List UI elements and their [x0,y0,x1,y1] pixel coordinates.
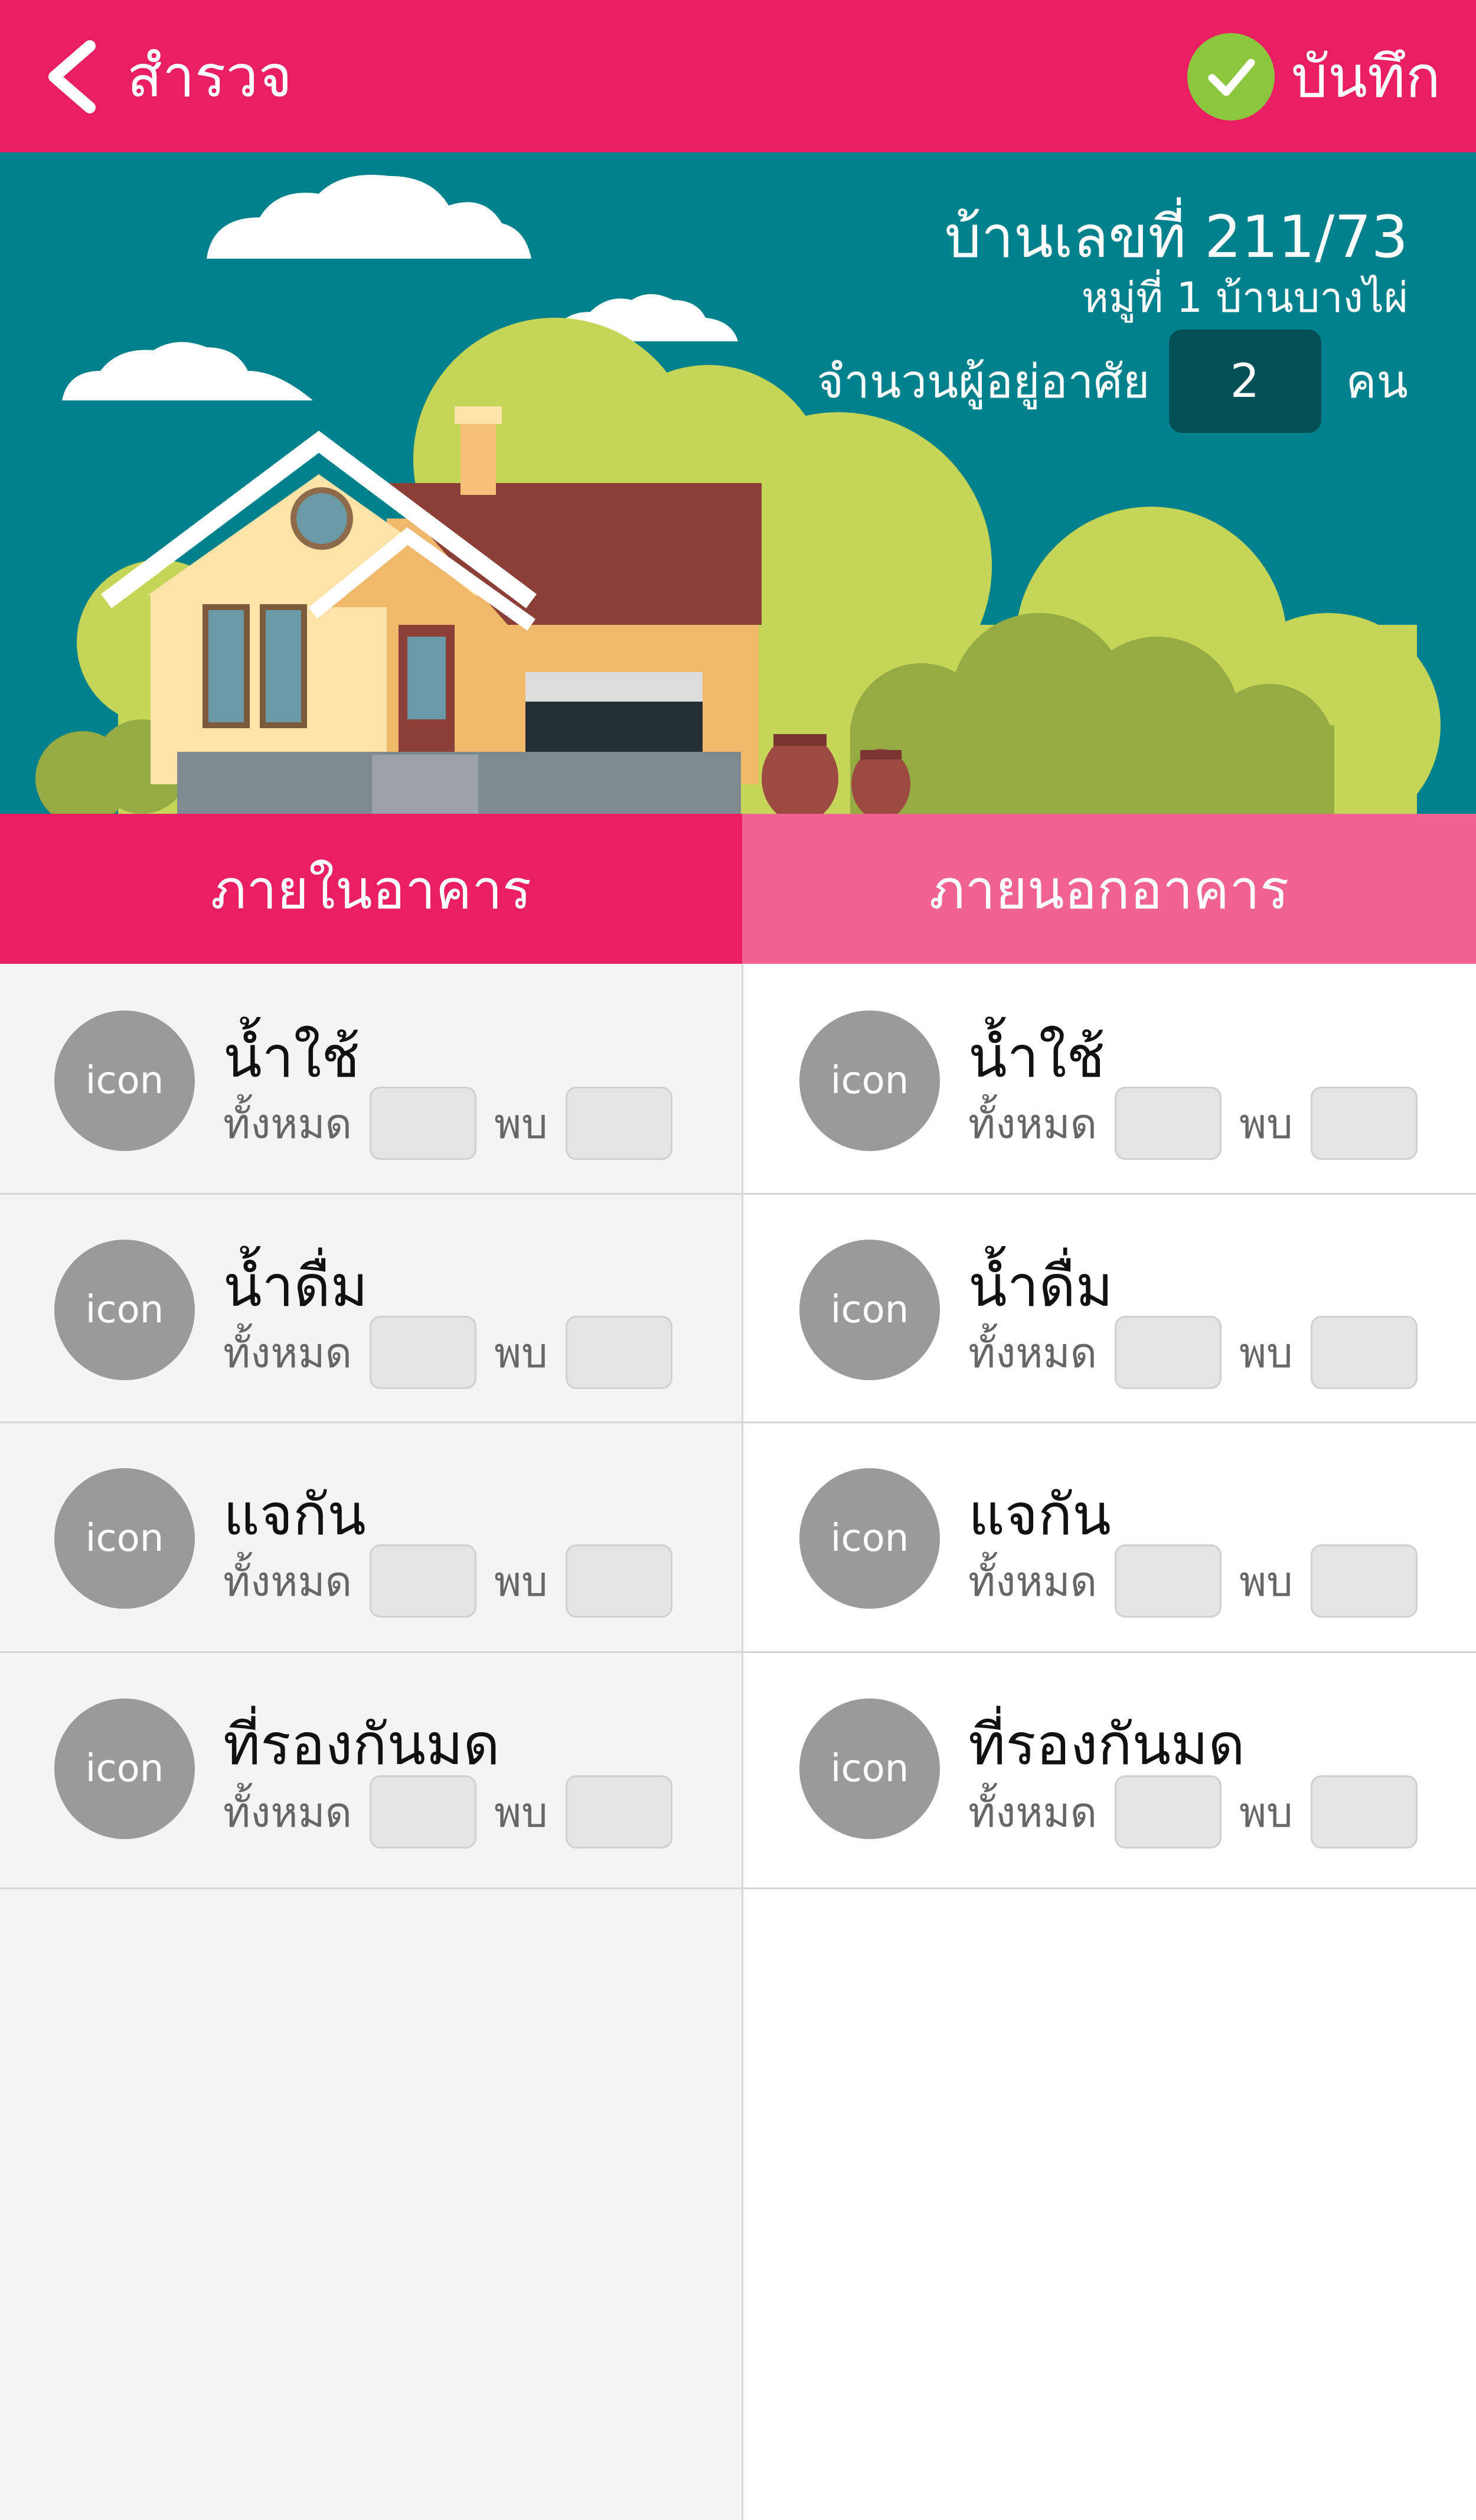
total-input[interactable] [1115,1087,1222,1160]
residents-input[interactable]: 2 [1168,330,1321,433]
top-bar: สำรวจ บันทึก [0,0,1476,152]
total-label: ทั้งหมด [223,1328,352,1377]
found-label: พบ [1239,1557,1293,1606]
tab-outdoor[interactable]: ภายนอกอาคาร [742,814,1476,964]
save-label: บันทึก [1291,44,1441,111]
list-item: icon แจกัน ทั้งหมด พบ [743,1422,1476,1653]
list-item: icon น้ำดื่ม ทั้งหมด พบ [0,1193,742,1423]
page-title: สำรวจ [127,43,292,110]
count-row: ทั้งหมด พบ [223,1087,690,1160]
found-input[interactable] [1310,1316,1418,1389]
count-row: ทั้งหมด พบ [223,1316,690,1389]
residents-label: จำนวนผู้อยู่อาศัย [817,355,1150,409]
total-input[interactable] [370,1087,477,1160]
check-circle-icon [1187,33,1275,120]
list-item: icon ที่รองกันมด ทั้งหมด พบ [0,1651,742,1889]
count-row: ทั้งหมด พบ [968,1544,1435,1618]
back-button[interactable] [35,35,106,118]
found-input[interactable] [565,1775,672,1849]
total-input[interactable] [1115,1544,1222,1618]
item-icon: icon [799,1010,940,1151]
chevron-left-icon [48,40,96,113]
list-item: icon น้ำใช้ ทั้งหมด พบ [743,964,1476,1195]
indoor-panel: icon น้ำใช้ ทั้งหมด พบ icon น้ำดื่ม ทั้ง… [0,964,743,2520]
residents-unit: คน [1346,355,1409,409]
found-label: พบ [494,1788,548,1837]
house-header: บ้านเลขที่ 211/73 หมู่ที่ 1 บ้านบางไผ่ จ… [0,152,1476,814]
found-label: พบ [494,1557,548,1606]
found-label: พบ [1239,1328,1293,1377]
found-label: พบ [1239,1788,1293,1837]
total-input[interactable] [370,1775,477,1849]
save-button[interactable]: บันทึก [1187,32,1441,121]
found-label: พบ [494,1328,548,1377]
count-row: ทั้งหมด พบ [968,1316,1435,1389]
outdoor-panel: icon น้ำใช้ ทั้งหมด พบ icon น้ำดื่ม ทั้ง… [743,964,1476,2520]
found-input[interactable] [565,1087,672,1160]
total-label: ทั้งหมด [223,1788,352,1837]
total-label: ทั้งหมด [223,1557,352,1606]
count-row: ทั้งหมด พบ [223,1775,690,1849]
found-input[interactable] [1310,1544,1418,1618]
total-label: ทั้งหมด [968,1557,1098,1606]
found-input[interactable] [565,1544,672,1618]
tab-bar: ภายในอาคาร ภายนอกอาคาร [0,814,1476,964]
total-label: ทั้งหมด [968,1788,1098,1837]
village-name: หมู่ที่ 1 บ้านบางไผ่ [1081,273,1408,322]
residents-row: จำนวนผู้อยู่อาศัย 2 คน [817,330,1408,433]
item-icon: icon [54,1010,195,1151]
item-icon: icon [54,1240,195,1380]
total-input[interactable] [1115,1775,1222,1849]
list-item: icon น้ำดื่ม ทั้งหมด พบ [743,1193,1476,1423]
item-icon: icon [799,1468,940,1609]
count-row: ทั้งหมด พบ [968,1775,1435,1849]
found-label: พบ [1239,1099,1293,1148]
item-icon: icon [54,1699,195,1839]
item-icon: icon [54,1468,195,1609]
list-item: icon ที่รองกันมด ทั้งหมด พบ [743,1651,1476,1889]
found-input[interactable] [1310,1087,1418,1160]
total-label: ทั้งหมด [968,1328,1098,1377]
item-icon: icon [799,1240,940,1380]
found-label: พบ [494,1099,548,1148]
count-row: ทั้งหมด พบ [223,1544,690,1618]
found-input[interactable] [1310,1775,1418,1849]
total-label: ทั้งหมด [968,1099,1098,1148]
list-item: icon น้ำใช้ ทั้งหมด พบ [0,964,742,1195]
found-input[interactable] [565,1316,672,1389]
list-item: icon แจกัน ทั้งหมด พบ [0,1422,742,1653]
total-label: ทั้งหมด [223,1099,352,1148]
count-row: ทั้งหมด พบ [968,1087,1435,1160]
total-input[interactable] [1115,1316,1222,1389]
total-input[interactable] [370,1316,477,1389]
total-input[interactable] [370,1544,477,1618]
tab-indoor[interactable]: ภายในอาคาร [0,814,742,964]
item-icon: icon [799,1699,940,1839]
